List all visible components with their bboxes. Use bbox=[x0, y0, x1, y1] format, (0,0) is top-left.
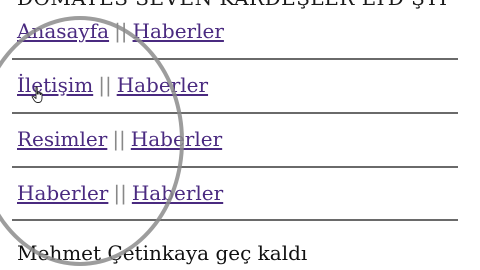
nav-separator: || bbox=[114, 19, 128, 43]
nav-separator: || bbox=[98, 73, 112, 97]
page-title: DOMATES SEVEN KARDEŞLER LTD ŞTİ bbox=[17, 0, 448, 10]
divider bbox=[12, 219, 458, 221]
nav-row-2: İletişim || Haberler bbox=[17, 72, 208, 98]
nav-link-haberler[interactable]: Haberler bbox=[117, 73, 208, 97]
divider bbox=[12, 112, 458, 114]
nav-row-3: Resimler || Haberler bbox=[17, 126, 222, 152]
nav-separator: || bbox=[113, 181, 127, 205]
nav-row-1: Anasayfa || Haberler bbox=[17, 18, 224, 44]
divider bbox=[12, 58, 458, 60]
nav-link-resimler[interactable]: Resimler bbox=[17, 127, 107, 151]
nav-link-haberler[interactable]: Haberler bbox=[17, 181, 108, 205]
footer-note: Mehmet Çetinkaya geç kaldı bbox=[17, 241, 308, 265]
nav-separator: || bbox=[112, 127, 126, 151]
nav-link-haberler[interactable]: Haberler bbox=[132, 181, 223, 205]
nav-row-4: Haberler || Haberler bbox=[17, 180, 223, 206]
nav-link-anasayfa[interactable]: Anasayfa bbox=[17, 19, 109, 43]
divider bbox=[12, 166, 458, 168]
nav-link-iletisim[interactable]: İletişim bbox=[17, 73, 93, 97]
nav-link-haberler[interactable]: Haberler bbox=[133, 19, 224, 43]
nav-link-haberler[interactable]: Haberler bbox=[131, 127, 222, 151]
